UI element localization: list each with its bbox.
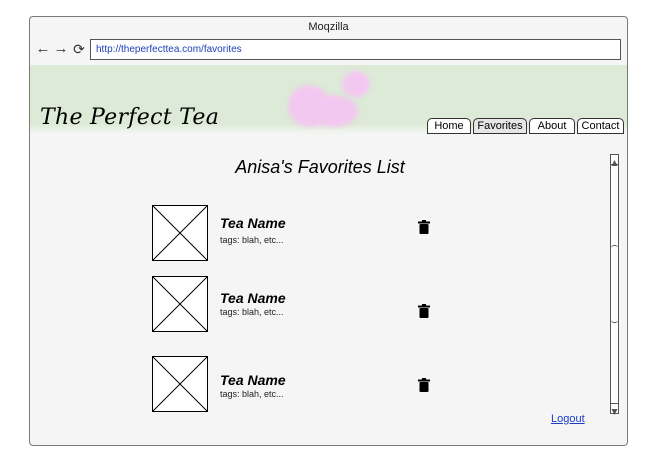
tea-tags: tags: blah, etc... (220, 389, 284, 399)
trash-icon[interactable] (418, 220, 430, 234)
scroll-up-button[interactable] (611, 155, 618, 166)
tea-tags: tags: blah, etc... (220, 307, 284, 317)
tab-favorites[interactable]: Favorites (473, 118, 527, 134)
trash-icon[interactable] (418, 304, 430, 318)
vertical-scrollbar[interactable] (610, 154, 619, 415)
tea-tags: tags: blah, etc... (220, 235, 284, 245)
tea-image-placeholder (152, 205, 208, 261)
tea-image-placeholder (152, 356, 208, 412)
tab-home[interactable]: Home (427, 118, 471, 134)
tea-name[interactable]: Tea Name (220, 215, 286, 231)
trash-icon[interactable] (418, 378, 430, 392)
decorative-blob (342, 71, 370, 97)
window-title: Moqzilla (308, 21, 349, 33)
site-logo[interactable]: The Perfect Tea (40, 105, 219, 130)
browser-window: Moqzilla ← → ⟳ http://theperfecttea.com/… (29, 16, 628, 446)
logout-link[interactable]: Logout (551, 413, 585, 425)
forward-arrow-icon[interactable]: → (53, 39, 69, 59)
scroll-down-icon (611, 409, 618, 415)
tab-about[interactable]: About (529, 118, 575, 134)
scroll-down-button[interactable] (611, 403, 618, 415)
scroll-up-icon (611, 160, 618, 166)
reload-icon[interactable]: ⟳ (71, 39, 87, 59)
back-arrow-icon[interactable]: ← (35, 39, 51, 59)
scrollbar-thumb[interactable] (611, 245, 618, 323)
browser-navbar: ← → ⟳ http://theperfecttea.com/favorites (30, 37, 627, 63)
address-bar[interactable]: http://theperfecttea.com/favorites (90, 39, 621, 60)
tea-name[interactable]: Tea Name (220, 290, 286, 306)
page-title: Anisa's Favorites List (235, 157, 405, 177)
tea-name[interactable]: Tea Name (220, 372, 286, 388)
decorative-blob (308, 95, 358, 127)
tab-contact[interactable]: Contact (577, 118, 624, 134)
tea-image-placeholder (152, 276, 208, 332)
